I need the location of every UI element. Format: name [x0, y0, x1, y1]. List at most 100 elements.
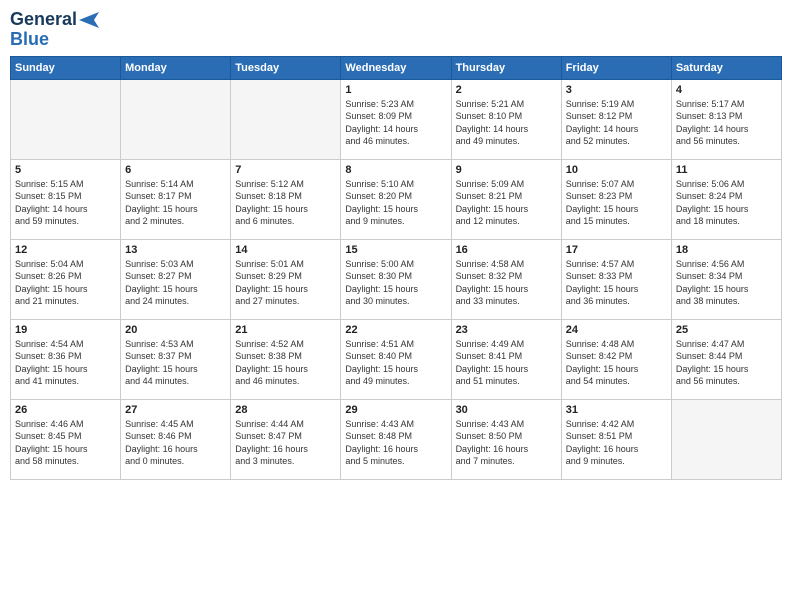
day-info: Sunrise: 4:52 AMSunset: 8:38 PMDaylight:… [235, 338, 336, 388]
day-number: 25 [676, 324, 777, 336]
day-info: Sunrise: 4:47 AMSunset: 8:44 PMDaylight:… [676, 338, 777, 388]
calendar-day [231, 79, 341, 159]
day-info: Sunrise: 5:07 AMSunset: 8:23 PMDaylight:… [566, 178, 667, 228]
day-info: Sunrise: 4:44 AMSunset: 8:47 PMDaylight:… [235, 418, 336, 468]
day-info: Sunrise: 4:54 AMSunset: 8:36 PMDaylight:… [15, 338, 116, 388]
day-info: Sunrise: 5:21 AMSunset: 8:10 PMDaylight:… [456, 98, 557, 148]
day-number: 29 [345, 404, 446, 416]
day-number: 30 [456, 404, 557, 416]
day-info: Sunrise: 4:51 AMSunset: 8:40 PMDaylight:… [345, 338, 446, 388]
calendar-day: 30 Sunrise: 4:43 AMSunset: 8:50 PMDayligh… [451, 399, 561, 479]
weekday-header-saturday: Saturday [671, 56, 781, 79]
day-info: Sunrise: 4:45 AMSunset: 8:46 PMDaylight:… [125, 418, 226, 468]
logo-text: General Blue [10, 10, 99, 50]
calendar-day: 31Sunrise: 4:42 AMSunset: 8:51 PMDayligh… [561, 399, 671, 479]
calendar-week-row: 5 Sunrise: 5:15 AMSunset: 8:15 PMDaylight… [11, 159, 782, 239]
calendar-day: 29 Sunrise: 4:43 AMSunset: 8:48 PMDayligh… [341, 399, 451, 479]
calendar-day: 1 Sunrise: 5:23 AMSunset: 8:09 PMDaylight… [341, 79, 451, 159]
day-number: 5 [15, 164, 116, 176]
calendar-day: 20Sunrise: 4:53 AMSunset: 8:37 PMDayligh… [121, 319, 231, 399]
day-number: 24 [566, 324, 667, 336]
day-number: 12 [15, 244, 116, 256]
day-info: Sunrise: 4:57 AMSunset: 8:33 PMDaylight:… [566, 258, 667, 308]
day-info: Sunrise: 5:17 AMSunset: 8:13 PMDaylight:… [676, 98, 777, 148]
weekday-header-thursday: Thursday [451, 56, 561, 79]
calendar-day: 22 Sunrise: 4:51 AMSunset: 8:40 PMDayligh… [341, 319, 451, 399]
calendar-day: 14 Sunrise: 5:01 AMSunset: 8:29 PMDayligh… [231, 239, 341, 319]
calendar-day: 25 Sunrise: 4:47 AMSunset: 8:44 PMDayligh… [671, 319, 781, 399]
day-info: Sunrise: 4:48 AMSunset: 8:42 PMDaylight:… [566, 338, 667, 388]
day-number: 27 [125, 404, 226, 416]
logo-general: General [10, 10, 77, 30]
day-number: 16 [456, 244, 557, 256]
day-number: 17 [566, 244, 667, 256]
day-info: Sunrise: 5:19 AMSunset: 8:12 PMDaylight:… [566, 98, 667, 148]
calendar-day: 24 Sunrise: 4:48 AMSunset: 8:42 PMDayligh… [561, 319, 671, 399]
day-info: Sunrise: 5:01 AMSunset: 8:29 PMDaylight:… [235, 258, 336, 308]
logo-blue: Blue [10, 30, 49, 50]
day-number: 7 [235, 164, 336, 176]
day-number: 15 [345, 244, 446, 256]
day-info: Sunrise: 5:04 AMSunset: 8:26 PMDaylight:… [15, 258, 116, 308]
calendar-day: 26Sunrise: 4:46 AMSunset: 8:45 PMDayligh… [11, 399, 121, 479]
calendar-week-row: 1 Sunrise: 5:23 AMSunset: 8:09 PMDaylight… [11, 79, 782, 159]
calendar-day [11, 79, 121, 159]
day-info: Sunrise: 5:09 AMSunset: 8:21 PMDaylight:… [456, 178, 557, 228]
calendar-week-row: 12 Sunrise: 5:04 AMSunset: 8:26 PMDayligh… [11, 239, 782, 319]
calendar-week-row: 26Sunrise: 4:46 AMSunset: 8:45 PMDayligh… [11, 399, 782, 479]
day-info: Sunrise: 4:42 AMSunset: 8:51 PMDaylight:… [566, 418, 667, 468]
day-info: Sunrise: 5:14 AMSunset: 8:17 PMDaylight:… [125, 178, 226, 228]
day-info: Sunrise: 4:43 AMSunset: 8:50 PMDaylight:… [456, 418, 557, 468]
day-info: Sunrise: 5:15 AMSunset: 8:15 PMDaylight:… [15, 178, 116, 228]
day-info: Sunrise: 5:03 AMSunset: 8:27 PMDaylight:… [125, 258, 226, 308]
calendar-table: SundayMondayTuesdayWednesdayThursdayFrid… [10, 56, 782, 480]
calendar-day: 17 Sunrise: 4:57 AMSunset: 8:33 PMDayligh… [561, 239, 671, 319]
day-number: 22 [345, 324, 446, 336]
day-number: 28 [235, 404, 336, 416]
day-info: Sunrise: 4:53 AMSunset: 8:37 PMDaylight:… [125, 338, 226, 388]
day-number: 1 [345, 84, 446, 96]
calendar-day: 13 Sunrise: 5:03 AMSunset: 8:27 PMDayligh… [121, 239, 231, 319]
day-number: 9 [456, 164, 557, 176]
day-number: 23 [456, 324, 557, 336]
day-info: Sunrise: 4:58 AMSunset: 8:32 PMDaylight:… [456, 258, 557, 308]
calendar-day: 18 Sunrise: 4:56 AMSunset: 8:34 PMDayligh… [671, 239, 781, 319]
calendar-day: 15 Sunrise: 5:00 AMSunset: 8:30 PMDayligh… [341, 239, 451, 319]
calendar-day: 16 Sunrise: 4:58 AMSunset: 8:32 PMDayligh… [451, 239, 561, 319]
calendar-day: 9 Sunrise: 5:09 AMSunset: 8:21 PMDaylight… [451, 159, 561, 239]
day-number: 10 [566, 164, 667, 176]
calendar-day: 7 Sunrise: 5:12 AMSunset: 8:18 PMDaylight… [231, 159, 341, 239]
calendar-day: 23 Sunrise: 4:49 AMSunset: 8:41 PMDayligh… [451, 319, 561, 399]
weekday-header-wednesday: Wednesday [341, 56, 451, 79]
day-info: Sunrise: 4:56 AMSunset: 8:34 PMDaylight:… [676, 258, 777, 308]
day-info: Sunrise: 4:49 AMSunset: 8:41 PMDaylight:… [456, 338, 557, 388]
weekday-header-monday: Monday [121, 56, 231, 79]
day-number: 18 [676, 244, 777, 256]
calendar-day: 3Sunrise: 5:19 AMSunset: 8:12 PMDaylight… [561, 79, 671, 159]
day-number: 11 [676, 164, 777, 176]
day-number: 14 [235, 244, 336, 256]
weekday-header-sunday: Sunday [11, 56, 121, 79]
day-info: Sunrise: 5:12 AMSunset: 8:18 PMDaylight:… [235, 178, 336, 228]
page-header: General Blue [10, 10, 782, 50]
calendar-week-row: 19 Sunrise: 4:54 AMSunset: 8:36 PMDayligh… [11, 319, 782, 399]
calendar-day: 11Sunrise: 5:06 AMSunset: 8:24 PMDayligh… [671, 159, 781, 239]
day-info: Sunrise: 5:10 AMSunset: 8:20 PMDaylight:… [345, 178, 446, 228]
calendar-day: 28 Sunrise: 4:44 AMSunset: 8:47 PMDayligh… [231, 399, 341, 479]
day-info: Sunrise: 5:00 AMSunset: 8:30 PMDaylight:… [345, 258, 446, 308]
calendar-day: 2 Sunrise: 5:21 AMSunset: 8:10 PMDaylight… [451, 79, 561, 159]
calendar-day: 27 Sunrise: 4:45 AMSunset: 8:46 PMDayligh… [121, 399, 231, 479]
day-number: 13 [125, 244, 226, 256]
day-info: Sunrise: 5:23 AMSunset: 8:09 PMDaylight:… [345, 98, 446, 148]
calendar-day [121, 79, 231, 159]
day-info: Sunrise: 4:43 AMSunset: 8:48 PMDaylight:… [345, 418, 446, 468]
calendar-body: 1 Sunrise: 5:23 AMSunset: 8:09 PMDaylight… [11, 79, 782, 479]
calendar-day: 5 Sunrise: 5:15 AMSunset: 8:15 PMDaylight… [11, 159, 121, 239]
logo: General Blue [10, 10, 99, 50]
day-number: 2 [456, 84, 557, 96]
day-number: 19 [15, 324, 116, 336]
calendar-day: 4Sunrise: 5:17 AMSunset: 8:13 PMDaylight… [671, 79, 781, 159]
calendar-day: 21Sunrise: 4:52 AMSunset: 8:38 PMDayligh… [231, 319, 341, 399]
weekday-header-tuesday: Tuesday [231, 56, 341, 79]
day-number: 8 [345, 164, 446, 176]
